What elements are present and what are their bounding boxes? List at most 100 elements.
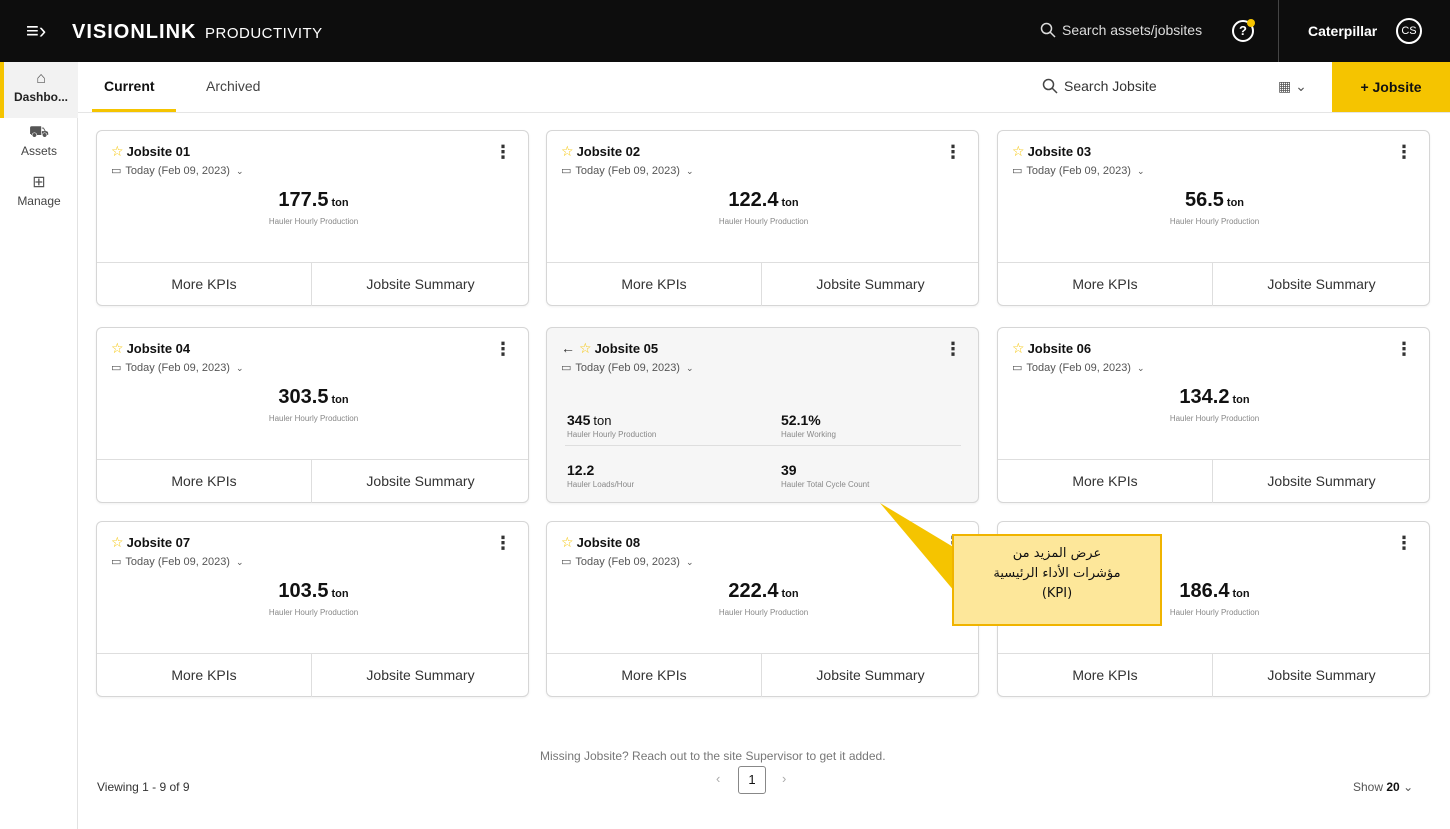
tab-current[interactable]: Current: [104, 78, 155, 94]
page-number[interactable]: 1: [738, 766, 766, 794]
global-search[interactable]: Search assets/jobsites: [1040, 22, 1202, 38]
more-kpis-button[interactable]: More KPIs: [998, 654, 1213, 697]
date-selector[interactable]: ▭ Today (Feb 09, 2023) ⌄: [111, 555, 244, 568]
jobsite-card: ☆Jobsite 08 ⋮ ▭Today (Feb 09, 2023)⌄ 222…: [546, 521, 979, 697]
chevron-down-icon: ⌄: [1403, 780, 1414, 794]
jobsite-summary-button[interactable]: Jobsite Summary: [1214, 460, 1429, 503]
jobsite-summary-button[interactable]: Jobsite Summary: [313, 460, 528, 503]
kpi-label: Hauler Hourly Production: [718, 608, 809, 617]
tab-archived[interactable]: Archived: [206, 78, 260, 94]
missing-jobsite-note: Missing Jobsite? Reach out to the site S…: [540, 749, 886, 763]
home-icon: ⌂: [36, 70, 46, 87]
jobsite-summary-button[interactable]: Jobsite Summary: [763, 654, 978, 697]
kpi-label: Hauler Hourly Production: [268, 608, 359, 617]
chevron-down-icon: ⌄: [1136, 166, 1145, 176]
chevron-down-icon: ⌄: [235, 557, 244, 567]
jobsite-search[interactable]: Search Jobsite: [1042, 78, 1157, 94]
more-kpis-button[interactable]: More KPIs: [97, 654, 312, 697]
more-options-icon[interactable]: ⋮: [1395, 340, 1413, 358]
add-jobsite-button[interactable]: + Jobsite: [1332, 62, 1450, 112]
chevron-right-icon[interactable]: ›: [782, 771, 786, 786]
more-options-icon[interactable]: ⋮: [494, 340, 512, 358]
kpi-value: 52.1%: [781, 412, 821, 428]
jobsite-card: ☆ Jobsite 06 ⋮ ▭ Today (Feb 09, 2023) ⌄ 134…: [997, 327, 1430, 503]
more-options-icon[interactable]: ⋮: [494, 534, 512, 552]
sidebar-item-assets[interactable]: ⛟ Assets: [0, 124, 78, 158]
notification-dot: [1247, 19, 1255, 27]
top-bar: ≡› VISIONLINK PRODUCTIVITY Search assets…: [0, 0, 1450, 62]
favorite-star-icon[interactable]: ☆: [111, 143, 124, 159]
kpi-unit: ton: [331, 197, 349, 209]
date-selector[interactable]: ▭ Today (Feb 09, 2023) ⌄: [111, 361, 244, 374]
favorite-star-icon[interactable]: ☆: [579, 340, 592, 356]
more-options-icon[interactable]: ⋮: [944, 143, 962, 161]
favorite-star-icon[interactable]: ☆: [1012, 143, 1025, 159]
date-selector[interactable]: ▭ Today (Feb 09, 2023) ⌄: [1012, 164, 1145, 177]
page-size-selector[interactable]: Show 20 ⌄: [1353, 780, 1413, 794]
card-title: Jobsite 03: [1027, 144, 1092, 159]
date-selector[interactable]: ▭ Today (Feb 09, 2023) ⌄: [561, 164, 694, 177]
more-options-icon[interactable]: ⋮: [494, 143, 512, 161]
kpi-item: 12.2 Hauler Loads/Hour: [567, 462, 634, 489]
sidebar-item-manage[interactable]: ⊞ Manage: [0, 174, 78, 208]
favorite-star-icon[interactable]: ☆: [561, 534, 574, 550]
kpi-value: 122.4: [728, 189, 779, 211]
date-selector[interactable]: ▭ Today (Feb 09, 2023) ⌄: [561, 361, 694, 374]
jobsite-card-expanded: ← ☆ Jobsite 05 ⋮ ▭ Today (Feb 09, 2023) ⌄ 34…: [546, 327, 979, 503]
more-kpis-button[interactable]: More KPIs: [547, 263, 762, 306]
annotation-callout: عرض المزيد من مؤشرات الأداء الرئيسية (KP…: [952, 534, 1162, 626]
tab-bar: Current Archived Search Jobsite ▦ ⌄ + Jo…: [78, 62, 1450, 113]
card-title: Jobsite 05: [594, 341, 659, 356]
favorite-star-icon[interactable]: ☆: [1012, 340, 1025, 356]
more-options-icon[interactable]: ⋮: [1395, 534, 1413, 552]
jobsite-summary-button[interactable]: Jobsite Summary: [763, 263, 978, 306]
help-icon[interactable]: ?: [1232, 19, 1255, 42]
date-selector[interactable]: ▭ Today (Feb 09, 2023) ⌄: [111, 164, 244, 177]
calendar-icon: ▭: [561, 556, 572, 568]
more-kpis-button[interactable]: More KPIs: [998, 460, 1213, 503]
jobsite-summary-button[interactable]: Jobsite Summary: [1214, 263, 1429, 306]
kpi-unit: ton: [331, 394, 349, 406]
jobsite-summary-button[interactable]: Jobsite Summary: [1214, 654, 1429, 697]
kpi-unit: ton: [593, 413, 612, 428]
chevron-down-icon: ⌄: [685, 363, 694, 373]
calendar-icon: ▭: [111, 165, 122, 177]
back-arrow-icon[interactable]: ←: [561, 340, 575, 356]
jobsite-card: ☆ Jobsite 07 ⋮ ▭ Today (Feb 09, 2023) ⌄ 103…: [96, 521, 529, 697]
menu-icon[interactable]: ≡›: [26, 20, 46, 42]
avatar[interactable]: CS: [1396, 18, 1422, 44]
sidebar-item-dashboard[interactable]: ⌂ Dashbo...: [0, 62, 78, 118]
date-selector[interactable]: ▭ Today (Feb 09, 2023) ⌄: [1012, 361, 1145, 374]
grid-view-toggle[interactable]: ▦ ⌄: [1278, 78, 1307, 95]
kpi-label: Hauler Hourly Production: [1169, 217, 1260, 226]
card-title: Jobsite 02: [576, 144, 641, 159]
more-kpis-button[interactable]: More KPIs: [97, 263, 312, 306]
kpi-value: 345: [567, 412, 591, 428]
kpi-item: 39 Hauler Total Cycle Count: [781, 462, 869, 489]
favorite-star-icon[interactable]: ☆: [111, 340, 124, 356]
kpi-label: Hauler Hourly Production: [268, 414, 359, 423]
jobsite-card: ☆ Jobsite 04 ⋮ ▭ Today (Feb 09, 2023) ⌄ 303…: [96, 327, 529, 503]
jobsite-summary-button[interactable]: Jobsite Summary: [313, 263, 528, 306]
kpi-value: 186.4: [1179, 580, 1230, 602]
more-kpis-button[interactable]: More KPIs: [547, 654, 762, 697]
kpi-value: 12.2: [567, 462, 595, 478]
assets-icon: ⛟: [28, 124, 50, 141]
callout-line: (KPI): [1041, 586, 1073, 601]
kpi-unit: ton: [331, 588, 349, 600]
more-options-icon[interactable]: ⋮: [1395, 143, 1413, 161]
more-options-icon[interactable]: ⋮: [944, 340, 962, 358]
date-selector[interactable]: ▭ Today (Feb 09, 2023) ⌄: [561, 555, 694, 568]
sidebar-item-label: Assets: [20, 144, 57, 158]
kpi-label: Hauler Hourly Production: [567, 430, 657, 439]
more-kpis-button[interactable]: More KPIs: [97, 460, 312, 503]
kpi-label: Hauler Working: [781, 430, 836, 439]
more-kpis-button[interactable]: More KPIs: [998, 263, 1213, 306]
account-name[interactable]: Caterpillar: [1308, 23, 1377, 39]
jobsite-summary-button[interactable]: Jobsite Summary: [313, 654, 528, 697]
chevron-left-icon[interactable]: ‹: [716, 771, 720, 786]
favorite-star-icon[interactable]: ☆: [111, 534, 124, 550]
kpi-label: Hauler Loads/Hour: [567, 480, 635, 489]
side-nav: ⌂ Dashbo... ⛟ Assets ⊞ Manage: [0, 62, 78, 829]
favorite-star-icon[interactable]: ☆: [561, 143, 574, 159]
